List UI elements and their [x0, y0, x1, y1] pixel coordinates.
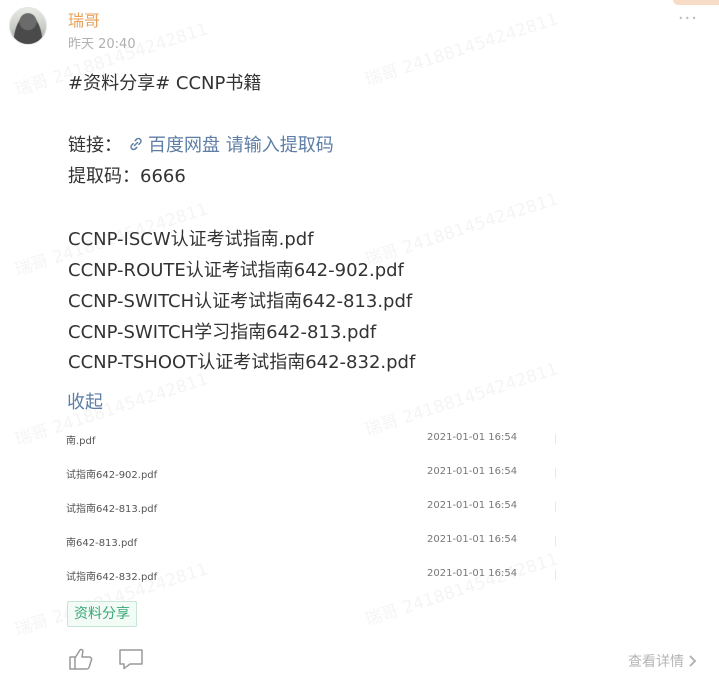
- file-name: 试指南642-813.pdf: [66, 504, 158, 515]
- more-dots-icon[interactable]: ···: [678, 8, 698, 29]
- post-hashtag-line: #资料分享# CCNP书籍: [68, 73, 262, 94]
- view-details-link[interactable]: 查看详情: [628, 651, 697, 671]
- watermark: 瑞哥 2418814542428​11: [361, 4, 561, 90]
- author-name[interactable]: 瑞哥: [68, 7, 100, 31]
- book-item: CCNP-ROUTE认证考试指南642-902.pdf: [68, 260, 404, 281]
- book-item: CCNP-SWITCH学习指南642-813.pdf: [68, 322, 377, 343]
- link-label: 链接：: [68, 135, 122, 156]
- avatar[interactable]: [9, 7, 47, 45]
- file-name: 试指南642-832.pdf: [66, 572, 158, 583]
- divider: [555, 570, 556, 580]
- comment-icon[interactable]: [118, 648, 144, 670]
- book-item: CCNP-ISCW认证考试指南.pdf: [68, 229, 314, 250]
- divider: [555, 468, 556, 478]
- file-row: 试指南642-813.pdf 2021-01-01 16:54: [66, 492, 556, 526]
- collapse-button[interactable]: 收起: [67, 388, 103, 414]
- link-line: 链接： 百度网盘 请输入提取码: [68, 131, 334, 157]
- divider: [555, 536, 556, 546]
- post-time: 昨天 20:40: [68, 37, 136, 52]
- file-row: 南642-813.pdf 2021-01-01 16:54: [66, 526, 556, 560]
- file-date: 2021-01-01 16:54: [427, 568, 518, 579]
- file-row: 试指南642-902.pdf 2021-01-01 16:54: [66, 458, 556, 492]
- corner-badge: [673, 0, 719, 5]
- extraction-code: 提取码：6666: [68, 166, 186, 187]
- divider: [555, 434, 556, 444]
- link-icon: [130, 137, 142, 151]
- file-name: 南.pdf: [66, 436, 96, 447]
- view-details-label: 查看详情: [628, 654, 684, 670]
- file-date: 2021-01-01 16:54: [427, 466, 518, 477]
- file-date: 2021-01-01 16:54: [427, 432, 518, 443]
- file-name: 试指南642-902.pdf: [66, 470, 158, 481]
- file-date: 2021-01-01 16:54: [427, 500, 518, 511]
- file-date: 2021-01-01 16:54: [427, 534, 518, 545]
- book-item: CCNP-TSHOOT认证考试指南642-832.pdf: [68, 352, 416, 373]
- book-item: CCNP-SWITCH认证考试指南642-813.pdf: [68, 291, 413, 312]
- chevron-right-icon: [689, 655, 697, 667]
- topic-tag[interactable]: 资料分享: [67, 601, 137, 627]
- file-list-image[interactable]: 南.pdf 2021-01-01 16:54 试指南642-902.pdf 20…: [66, 424, 556, 594]
- baidu-pan-link[interactable]: 百度网盘 请输入提取码: [148, 135, 334, 156]
- file-name: 南642-813.pdf: [66, 538, 138, 549]
- file-row: 南.pdf 2021-01-01 16:54: [66, 424, 556, 458]
- divider: [555, 502, 556, 512]
- file-row: 试指南642-832.pdf 2021-01-01 16:54: [66, 560, 556, 594]
- thumbs-up-icon[interactable]: [68, 647, 94, 671]
